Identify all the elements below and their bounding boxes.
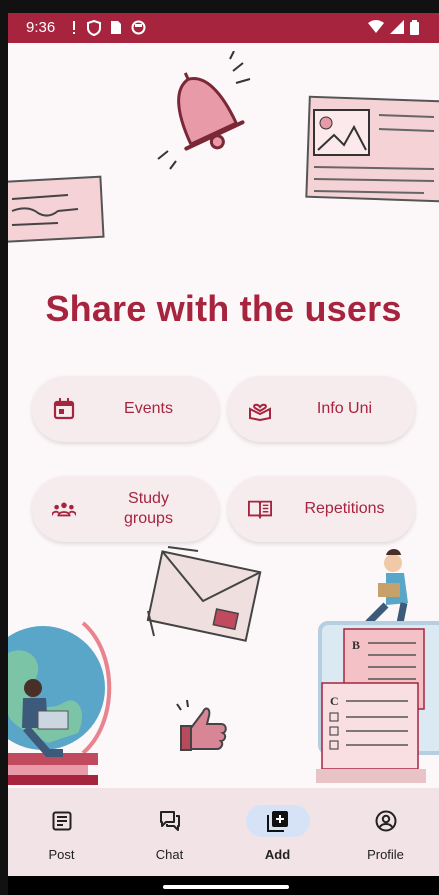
bottom-navigation: Post Chat Add Profile	[8, 788, 439, 876]
add-box-icon	[266, 811, 288, 832]
alert-icon	[73, 21, 75, 34]
repetitions-button[interactable]: Repetitions	[228, 476, 415, 542]
study-groups-label: Study groups	[124, 490, 173, 527]
thumbs-up-illustration	[176, 699, 227, 751]
info-uni-label: Info Uni	[316, 400, 373, 417]
status-time: 9:36	[26, 19, 56, 36]
groups-icon	[52, 497, 76, 521]
book-heart-icon	[248, 397, 272, 421]
wifi-icon	[368, 20, 384, 33]
article-icon	[52, 811, 71, 831]
repetitions-label: Repetitions	[304, 500, 385, 517]
status-bar: 9:36	[8, 13, 439, 43]
calendar-icon	[52, 397, 76, 421]
events-label: Events	[124, 400, 173, 417]
shield-icon	[87, 20, 101, 36]
note-card-illustration	[8, 175, 105, 243]
page-title: Share with the users	[45, 288, 402, 329]
nav-item-chat[interactable]: Chat	[116, 788, 223, 876]
nav-item-profile[interactable]: Profile	[332, 788, 439, 876]
nav-add-label: Add	[264, 847, 291, 862]
nav-item-post[interactable]: Post	[8, 788, 115, 876]
info-uni-button[interactable]: Info Uni	[228, 376, 415, 442]
checklist-illustration: B C	[316, 549, 439, 783]
gesture-bar	[8, 876, 439, 895]
nav-profile-indicator	[354, 805, 418, 837]
account-circle-icon	[375, 810, 396, 832]
nav-post-label: Post	[48, 847, 75, 862]
globe-student-illustration	[8, 621, 112, 785]
open-book-icon	[248, 497, 272, 521]
study-groups-button[interactable]: Study groups	[32, 476, 219, 542]
nav-profile-label: Profile	[367, 847, 404, 862]
app-screen: 9:36 Share with the users Events Info Un…	[8, 13, 439, 895]
signal-icon	[390, 20, 404, 34]
events-button[interactable]: Events	[32, 376, 219, 442]
svg-text:C: C	[330, 694, 339, 708]
svg-text:B: B	[352, 638, 360, 652]
nav-item-add[interactable]: Add	[224, 788, 331, 876]
nav-add-indicator	[245, 805, 310, 837]
battery-icon	[410, 20, 419, 35]
status-system-icons	[368, 20, 419, 35]
home-handle[interactable]	[163, 885, 289, 889]
app-circle-icon	[131, 20, 146, 35]
postcard-illustration	[305, 95, 439, 203]
nav-chat-label: Chat	[155, 847, 184, 862]
sim-card-icon	[111, 21, 121, 34]
status-notification-icons	[70, 20, 146, 36]
envelope-illustration	[146, 546, 262, 642]
nav-post-indicator	[30, 805, 94, 837]
bell-illustration	[157, 51, 251, 170]
chat-bubbles-icon	[159, 811, 180, 831]
nav-chat-indicator	[138, 805, 202, 837]
